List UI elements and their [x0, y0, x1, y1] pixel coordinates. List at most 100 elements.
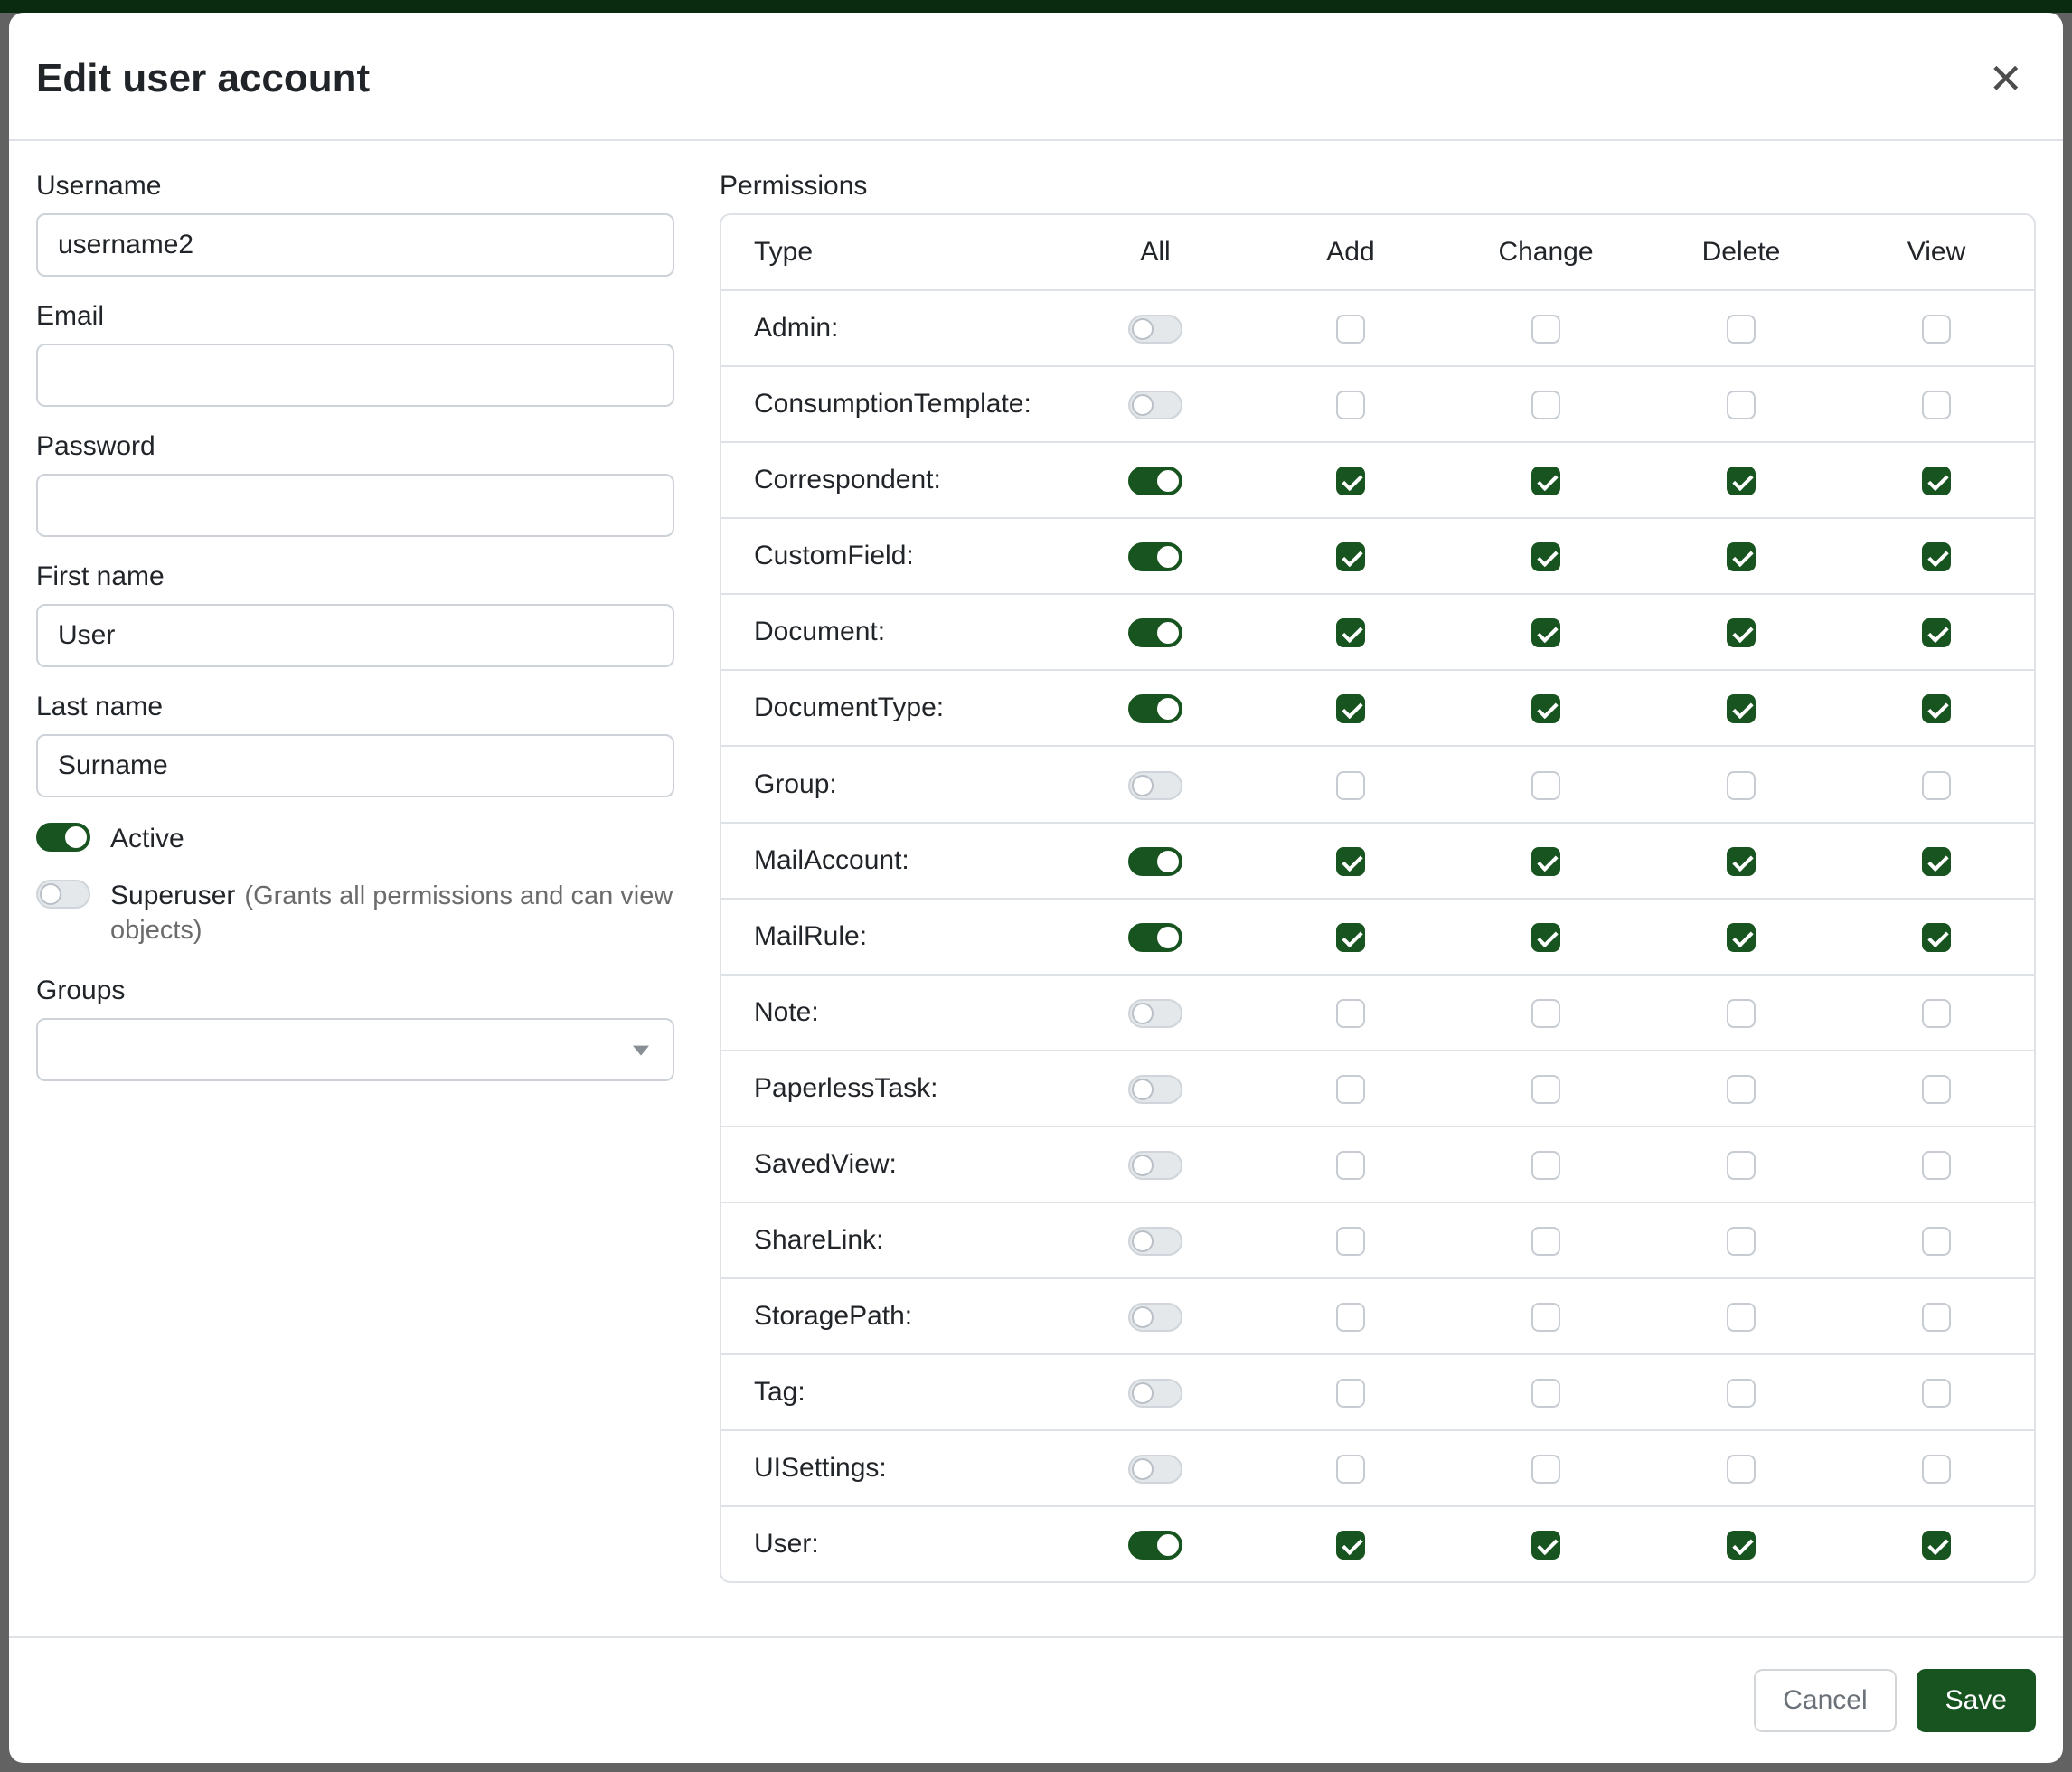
perm-checkbox-delete[interactable] [1727, 1455, 1756, 1484]
perm-toggle-all[interactable] [1128, 1227, 1182, 1256]
perm-checkbox-view[interactable] [1922, 391, 1951, 419]
switch-knob [1157, 851, 1179, 872]
perm-checkbox-add[interactable] [1336, 771, 1365, 800]
perm-toggle-all[interactable] [1128, 315, 1182, 344]
perm-toggle-all[interactable] [1128, 999, 1182, 1028]
perm-checkbox-view[interactable] [1922, 1455, 1951, 1484]
perm-toggle-all[interactable] [1128, 694, 1182, 723]
chevron-down-icon [633, 1046, 649, 1056]
perm-checkbox-change[interactable] [1531, 1227, 1560, 1256]
perm-checkbox-add[interactable] [1336, 1379, 1365, 1408]
perm-checkbox-delete[interactable] [1727, 1151, 1756, 1180]
perm-toggle-all[interactable] [1128, 1531, 1182, 1560]
perm-checkbox-change[interactable] [1531, 694, 1560, 723]
perm-checkbox-delete[interactable] [1727, 1531, 1756, 1560]
perm-checkbox-view[interactable] [1922, 1531, 1951, 1560]
permission-type-label: SavedView: [721, 1126, 1058, 1202]
perm-checkbox-view[interactable] [1922, 467, 1951, 495]
perm-checkbox-add[interactable] [1336, 1531, 1365, 1560]
perm-checkbox-view[interactable] [1922, 694, 1951, 723]
superuser-switch[interactable] [36, 880, 90, 909]
perm-checkbox-delete[interactable] [1727, 315, 1756, 344]
perm-checkbox-delete[interactable] [1727, 999, 1756, 1028]
perm-checkbox-change[interactable] [1531, 1303, 1560, 1332]
perm-checkbox-view[interactable] [1922, 542, 1951, 571]
perm-checkbox-change[interactable] [1531, 847, 1560, 876]
perm-checkbox-add[interactable] [1336, 618, 1365, 647]
perm-checkbox-add[interactable] [1336, 999, 1365, 1028]
perm-checkbox-delete[interactable] [1727, 391, 1756, 419]
perm-checkbox-view[interactable] [1922, 1151, 1951, 1180]
perm-toggle-all[interactable] [1128, 771, 1182, 800]
perm-toggle-all[interactable] [1128, 1455, 1182, 1484]
perm-checkbox-add[interactable] [1336, 694, 1365, 723]
perm-checkbox-change[interactable] [1531, 618, 1560, 647]
perm-checkbox-add[interactable] [1336, 1303, 1365, 1332]
perm-checkbox-view[interactable] [1922, 1379, 1951, 1408]
perm-toggle-all[interactable] [1128, 1303, 1182, 1332]
perm-checkbox-change[interactable] [1531, 1455, 1560, 1484]
perm-toggle-all[interactable] [1128, 1075, 1182, 1104]
perm-checkbox-view[interactable] [1922, 847, 1951, 876]
first-name-field[interactable] [36, 604, 674, 667]
perm-checkbox-add[interactable] [1336, 542, 1365, 571]
perm-checkbox-view[interactable] [1922, 1075, 1951, 1104]
perm-checkbox-delete[interactable] [1727, 771, 1756, 800]
perm-checkbox-delete[interactable] [1727, 923, 1756, 952]
perm-checkbox-add[interactable] [1336, 1455, 1365, 1484]
perm-checkbox-change[interactable] [1531, 1531, 1560, 1560]
last-name-field[interactable] [36, 734, 674, 797]
perm-checkbox-add[interactable] [1336, 923, 1365, 952]
perm-checkbox-delete[interactable] [1727, 1379, 1756, 1408]
perm-checkbox-add[interactable] [1336, 1075, 1365, 1104]
cancel-button[interactable]: Cancel [1754, 1669, 1896, 1732]
perm-toggle-all[interactable] [1128, 1151, 1182, 1180]
username-input[interactable] [36, 213, 674, 277]
permissions-section: Permissions Type All Add Change Delete V… [720, 170, 2036, 1636]
perm-checkbox-delete[interactable] [1727, 618, 1756, 647]
perm-toggle-all[interactable] [1128, 923, 1182, 952]
perm-checkbox-add[interactable] [1336, 391, 1365, 419]
perm-checkbox-add[interactable] [1336, 315, 1365, 344]
perm-checkbox-add[interactable] [1336, 1227, 1365, 1256]
perm-checkbox-change[interactable] [1531, 771, 1560, 800]
perm-checkbox-change[interactable] [1531, 999, 1560, 1028]
perm-checkbox-add[interactable] [1336, 467, 1365, 495]
perm-checkbox-delete[interactable] [1727, 694, 1756, 723]
perm-checkbox-delete[interactable] [1727, 467, 1756, 495]
close-icon[interactable]: ✕ [1984, 54, 2027, 103]
perm-toggle-all[interactable] [1128, 467, 1182, 495]
active-switch[interactable] [36, 823, 90, 852]
perm-checkbox-view[interactable] [1922, 315, 1951, 344]
perm-toggle-all[interactable] [1128, 618, 1182, 647]
perm-toggle-all[interactable] [1128, 1379, 1182, 1408]
perm-checkbox-change[interactable] [1531, 1379, 1560, 1408]
save-button[interactable]: Save [1917, 1669, 2036, 1732]
perm-checkbox-change[interactable] [1531, 467, 1560, 495]
perm-toggle-all[interactable] [1128, 542, 1182, 571]
perm-checkbox-view[interactable] [1922, 999, 1951, 1028]
perm-checkbox-delete[interactable] [1727, 1075, 1756, 1104]
perm-checkbox-change[interactable] [1531, 315, 1560, 344]
perm-checkbox-view[interactable] [1922, 1303, 1951, 1332]
perm-checkbox-add[interactable] [1336, 847, 1365, 876]
perm-checkbox-delete[interactable] [1727, 542, 1756, 571]
perm-checkbox-delete[interactable] [1727, 1303, 1756, 1332]
perm-toggle-all[interactable] [1128, 391, 1182, 419]
email-field[interactable] [36, 344, 674, 407]
perm-checkbox-view[interactable] [1922, 1227, 1951, 1256]
perm-checkbox-change[interactable] [1531, 923, 1560, 952]
groups-select[interactable] [36, 1018, 674, 1081]
perm-checkbox-view[interactable] [1922, 618, 1951, 647]
perm-checkbox-add[interactable] [1336, 1151, 1365, 1180]
password-field[interactable] [36, 474, 674, 537]
perm-checkbox-change[interactable] [1531, 1075, 1560, 1104]
perm-checkbox-delete[interactable] [1727, 847, 1756, 876]
perm-checkbox-delete[interactable] [1727, 1227, 1756, 1256]
perm-checkbox-view[interactable] [1922, 923, 1951, 952]
perm-checkbox-change[interactable] [1531, 1151, 1560, 1180]
perm-checkbox-change[interactable] [1531, 542, 1560, 571]
perm-checkbox-change[interactable] [1531, 391, 1560, 419]
perm-checkbox-view[interactable] [1922, 771, 1951, 800]
perm-toggle-all[interactable] [1128, 847, 1182, 876]
